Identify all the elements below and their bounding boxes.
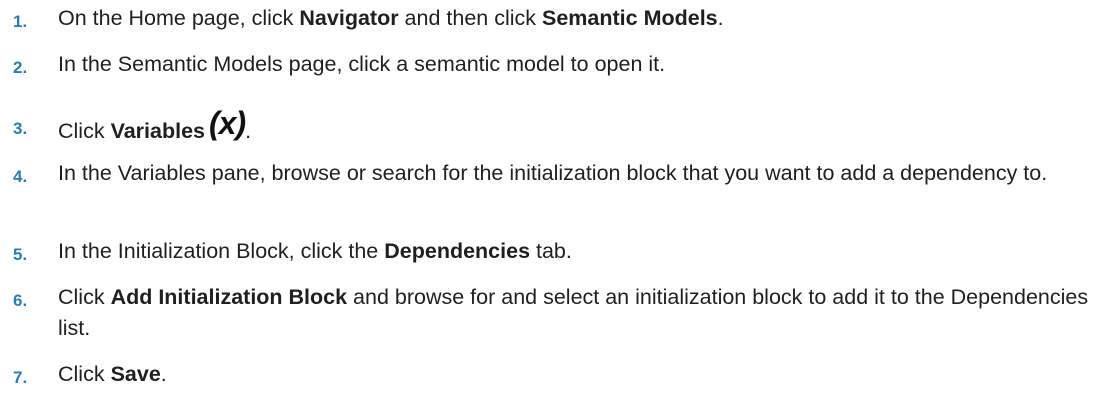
- step-number: 1.: [13, 12, 28, 31]
- dependencies-ui-term: Dependencies: [384, 239, 531, 263]
- step-text: In the Variables pane, browse or search …: [58, 161, 1048, 185]
- step-text: Click Add Initialization Block and brows…: [58, 285, 1089, 340]
- step-number: 5.: [13, 245, 28, 264]
- add-initialization-block-ui-term: Add Initialization Block: [110, 285, 348, 309]
- step-number: 2.: [13, 58, 28, 77]
- step-text: In the Semantic Models page, click a sem…: [58, 52, 666, 76]
- step-text: Click Save.: [58, 362, 167, 386]
- step-number: 6.: [13, 291, 28, 310]
- variables-icon: (x): [209, 105, 246, 141]
- procedure-steps: 1. On the Home page, click Navigator and…: [0, 0, 1114, 419]
- step-number: 7.: [13, 368, 28, 387]
- step-text: On the Home page, click Navigator and th…: [58, 6, 724, 30]
- variables-ui-term: Variables: [110, 119, 205, 143]
- step-number: 3.: [13, 119, 28, 138]
- step-text: In the Initialization Block, click the D…: [58, 239, 572, 263]
- step-text: Click Variables (x).: [58, 105, 252, 143]
- step-number: 4.: [13, 167, 28, 186]
- save-ui-term: Save: [110, 362, 161, 386]
- navigator-ui-term: Navigator: [299, 6, 399, 30]
- semantic-models-ui-term: Semantic Models: [542, 6, 718, 30]
